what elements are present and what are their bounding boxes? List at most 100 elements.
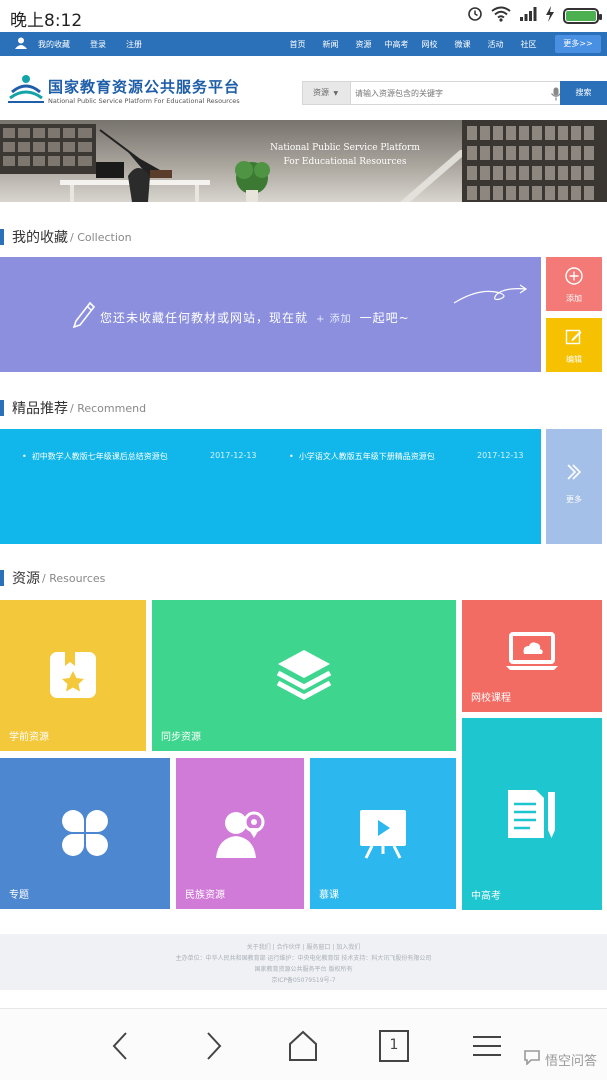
footer-organizers: 主办单位：中华人民共和国教育部 运行维护：中央电化教育馆 技术支持：科大讯飞股份… xyxy=(175,955,432,962)
recommend-item[interactable]: • 初中数学人教版七年级课后总结资源包 xyxy=(22,451,168,462)
collection-message-before: 您还未收藏任何教材或网站，现在就 xyxy=(100,311,309,325)
site-logo[interactable]: 国家教育资源公共服务平台 National Public Service Pla… xyxy=(6,70,246,110)
tile-preschool[interactable]: 学前资源 xyxy=(0,600,146,751)
status-icons xyxy=(467,6,602,26)
nav-online-school[interactable]: 网校 xyxy=(413,39,446,50)
nav-more-button[interactable]: 更多>> xyxy=(555,35,601,53)
tile-topics[interactable]: 专题 xyxy=(0,758,170,909)
dropdown-arrow-icon: ▼ xyxy=(333,90,339,97)
user-icon xyxy=(14,36,28,52)
recommend-title-en: / Recommend xyxy=(70,401,147,415)
footer-icp: 京ICP备05079519号-7 xyxy=(271,977,336,984)
nav-resources[interactable]: 资源 xyxy=(347,39,380,50)
tile-exams[interactable]: 中高考 xyxy=(462,718,602,910)
clover-icon xyxy=(60,808,110,862)
document-pen-icon xyxy=(506,788,558,846)
hero-banner: National Public Service Platform For Edu… xyxy=(0,120,607,202)
nav-community[interactable]: 社区 xyxy=(512,39,545,50)
watermark-text: 悟空问答 xyxy=(544,1053,597,1069)
tile-online-courses[interactable]: 网校课程 xyxy=(462,600,602,712)
search-button[interactable]: 搜索 xyxy=(560,81,607,105)
recommend-item-date: 2017-12-13 xyxy=(477,451,524,460)
collection-panel: 您还未收藏任何教材或网站，现在就 + 添加 一起吧~ xyxy=(0,257,541,372)
collection-edit-label: 编辑 xyxy=(566,355,582,364)
charging-icon xyxy=(545,6,555,26)
wifi-icon xyxy=(491,6,511,26)
tab-count: 1 xyxy=(389,1037,399,1053)
forward-icon[interactable] xyxy=(196,1029,230,1063)
tile-label: 专题 xyxy=(9,890,29,901)
search-input[interactable] xyxy=(355,84,545,102)
recommend-panel: • 初中数学人教版七年级课后总结资源包 2017-12-13 • 小学语文人教版… xyxy=(0,429,541,544)
recommend-item-title: 初中数学人教版七年级课后总结资源包 xyxy=(31,452,168,461)
signal-icon xyxy=(519,6,537,26)
search-bar: 资源 ▼ 搜索 xyxy=(302,81,607,105)
collection-heading: 我的收藏 / Collection xyxy=(0,227,132,247)
battery-icon xyxy=(563,8,602,24)
status-time: 晚上8:12 xyxy=(10,11,83,31)
home-icon[interactable] xyxy=(286,1029,320,1063)
site-subtitle: National Public Service Platform For Edu… xyxy=(48,97,240,105)
collection-edit-button[interactable]: 编辑 xyxy=(546,318,602,372)
tile-sync-resources[interactable]: 同步资源 xyxy=(152,600,456,751)
nav-micro-lessons[interactable]: 微课 xyxy=(446,39,479,50)
recommend-item-date: 2017-12-13 xyxy=(210,451,257,460)
login-link[interactable]: 登录 xyxy=(90,39,106,50)
laptop-cloud-icon xyxy=(504,632,560,676)
recommend-more-button[interactable]: 更多 xyxy=(546,429,602,544)
arrow-doodle-icon xyxy=(450,283,530,313)
collection-title: 我的收藏 xyxy=(12,230,68,246)
collection-add-link[interactable]: + 添加 xyxy=(316,314,352,325)
layers-icon xyxy=(276,648,332,704)
person-location-icon xyxy=(214,806,266,864)
plus-circle-icon xyxy=(565,267,583,287)
video-board-icon xyxy=(358,808,408,864)
recommend-more-label: 更多 xyxy=(566,495,582,504)
site-footer: 关于我们 | 合作伙伴 | 服务窗口 | 加入我们 主办单位：中华人民共和国教育… xyxy=(0,934,607,990)
recommend-heading: 精品推荐 / Recommend xyxy=(0,398,146,418)
bookmark-star-icon xyxy=(48,650,98,704)
recommend-item[interactable]: • 小学语文人教版五年级下册精品资源包 xyxy=(289,451,435,462)
browser-bottom-bar: 1 悟空问答 xyxy=(0,1008,607,1080)
alarm-icon xyxy=(467,6,483,26)
top-nav-bar: 我的收藏 登录 注册 首页 新闻 资源 中高考 网校 微课 活动 社区 更多>> xyxy=(0,32,607,56)
nav-home[interactable]: 首页 xyxy=(281,39,314,50)
resources-title: 资源 xyxy=(12,571,40,587)
tile-label: 慕课 xyxy=(319,890,339,901)
search-type-select[interactable]: 资源 ▼ xyxy=(303,82,351,104)
my-collection-label: 我的收藏 xyxy=(38,39,70,49)
back-icon[interactable] xyxy=(104,1029,138,1063)
menu-icon[interactable] xyxy=(470,1029,504,1063)
tile-label: 同步资源 xyxy=(161,732,201,743)
my-collection-link[interactable]: 我的收藏 xyxy=(14,36,70,52)
banner-line-1: National Public Service Platform xyxy=(270,143,420,153)
tile-label: 网校课程 xyxy=(471,693,511,704)
banner-line-2: For Educational Resources xyxy=(283,157,407,167)
status-bar: 晚上8:12 xyxy=(0,0,607,32)
nav-news[interactable]: 新闻 xyxy=(314,39,347,50)
register-link[interactable]: 注册 xyxy=(126,39,142,50)
tile-label: 中高考 xyxy=(471,891,501,902)
resources-heading: 资源 / Resources xyxy=(0,568,105,588)
tile-mooc[interactable]: 慕课 xyxy=(310,758,456,909)
collection-message-after: 一起吧~ xyxy=(359,311,410,325)
chat-bubble-icon xyxy=(523,1049,541,1069)
double-chevron-right-icon xyxy=(565,463,583,483)
tile-label: 民族资源 xyxy=(185,890,225,901)
search-type-label: 资源 xyxy=(313,88,329,97)
logo-emblem-icon xyxy=(6,72,46,108)
watermark: 悟空问答 xyxy=(523,1049,597,1069)
collection-empty-message: 您还未收藏任何教材或网站，现在就 + 添加 一起吧~ xyxy=(100,309,410,326)
footer-links[interactable]: 关于我们 | 合作伙伴 | 服务窗口 | 加入我们 xyxy=(0,942,607,953)
nav-exams[interactable]: 中高考 xyxy=(380,39,413,50)
tile-label: 学前资源 xyxy=(9,732,49,743)
nav-activities[interactable]: 活动 xyxy=(479,39,512,50)
footer-copyright: 国家教育资源公共服务平台 版权所有 xyxy=(254,966,353,973)
collection-title-en: / Collection xyxy=(70,230,132,244)
resources-title-en: / Resources xyxy=(42,571,106,585)
tile-ethnic-resources[interactable]: 民族资源 xyxy=(176,758,304,909)
tabs-icon[interactable]: 1 xyxy=(377,1029,411,1063)
collection-add-button[interactable]: 添加 xyxy=(546,257,602,311)
pencil-icon xyxy=(72,301,96,333)
recommend-title: 精品推荐 xyxy=(12,401,68,417)
